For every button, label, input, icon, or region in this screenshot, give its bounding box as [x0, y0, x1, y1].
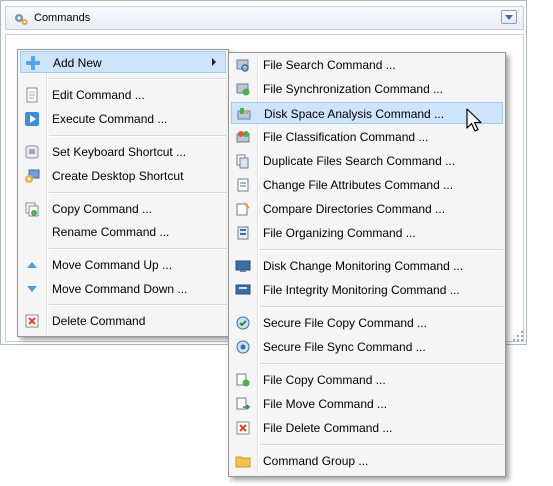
submenu-item-label: Secure File Copy Command ... [263, 316, 428, 330]
submenu-item-label: Secure File Sync Command ... [263, 340, 426, 354]
submenu-item-file-delete[interactable]: File Delete Command ... [231, 417, 503, 439]
plus-icon [26, 56, 40, 70]
integrity-monitor-icon [235, 284, 251, 295]
submenu-item-change-file-attributes[interactable]: Change File Attributes Command ... [231, 174, 503, 196]
delete-icon [25, 314, 39, 328]
menu-item-set-keyboard-shortcut[interactable]: Set Keyboard Shortcut ... [20, 141, 226, 163]
commands-panel-header: Commands [5, 6, 524, 30]
submenu-item-label: File Integrity Monitoring Command ... [263, 283, 460, 297]
menu-item-label: Edit Command ... [52, 88, 145, 102]
menu-separator [260, 363, 503, 365]
menu-item-label: Add New [53, 56, 102, 70]
menu-item-create-desktop-shortcut[interactable]: Create Desktop Shortcut [20, 165, 226, 187]
submenu-item-duplicate-files-search[interactable]: Duplicate Files Search Command ... [231, 150, 503, 172]
submenu-item-label: File Classification Command ... [263, 130, 429, 144]
submenu-item-file-copy[interactable]: File Copy Command ... [231, 369, 503, 391]
menu-item-copy-command[interactable]: Copy Command ... [20, 198, 226, 220]
file-classification-icon [236, 131, 250, 143]
file-copy-icon [236, 373, 250, 387]
menu-separator [260, 444, 503, 446]
menu-item-label: Delete Command [52, 314, 146, 328]
menu-item-move-command-down[interactable]: Move Command Down ... [20, 278, 226, 300]
submenu-item-secure-file-sync[interactable]: Secure File Sync Command ... [231, 336, 503, 358]
disk-monitor-icon [235, 260, 251, 272]
arrow-up-icon [27, 262, 37, 268]
submenu-item-label: File Synchronization Command ... [263, 82, 444, 96]
chevron-down-icon [505, 15, 513, 20]
submenu-item-label: Disk Space Analysis Command ... [264, 107, 445, 121]
submenu-item-compare-directories[interactable]: Compare Directories Command ... [231, 198, 503, 220]
disk-space-icon [237, 108, 251, 120]
file-search-icon [236, 59, 249, 72]
submenu-item-file-synchronization[interactable]: File Synchronization Command ... [231, 78, 503, 100]
menu-item-add-new[interactable]: Add New [20, 51, 226, 73]
file-sync-icon [236, 83, 250, 96]
arrow-down-icon [27, 286, 37, 292]
menu-item-rename-command[interactable]: Rename Command ... [20, 221, 226, 243]
menu-item-move-command-up[interactable]: Move Command Up ... [20, 254, 226, 276]
mouse-cursor-icon [466, 108, 482, 132]
submenu-item-file-integrity-monitoring[interactable]: File Integrity Monitoring Command ... [231, 279, 503, 301]
menu-separator [49, 192, 226, 194]
duplicate-files-icon [236, 154, 249, 169]
submenu-item-label: File Copy Command ... [263, 373, 386, 387]
submenu-item-label: Compare Directories Command ... [263, 202, 446, 216]
play-icon [25, 112, 39, 126]
copy-icon [25, 202, 39, 217]
menu-item-label: Move Command Down ... [52, 282, 188, 296]
submenu-item-label: File Organizing Command ... [263, 226, 416, 240]
context-menu: Add New Edit Command ... Execute Command… [17, 49, 229, 337]
keyboard-icon [25, 145, 39, 159]
submenu-item-file-classification[interactable]: File Classification Command ... [231, 126, 503, 148]
commands-panel-title: Commands [34, 12, 91, 24]
folder-icon [235, 456, 251, 468]
submenu-item-secure-file-copy[interactable]: Secure File Copy Command ... [231, 312, 503, 334]
compare-directories-icon [236, 202, 250, 216]
submenu-item-label: File Delete Command ... [263, 421, 393, 435]
menu-item-label: Rename Command ... [52, 225, 170, 239]
file-move-icon [236, 397, 251, 410]
menu-item-label: Set Keyboard Shortcut ... [52, 145, 187, 159]
menu-item-edit-command[interactable]: Edit Command ... [20, 84, 226, 106]
submenu-item-label: Command Group ... [263, 454, 369, 468]
submenu-item-file-search[interactable]: File Search Command ... [231, 54, 503, 76]
submenu-item-label: File Move Command ... [263, 397, 388, 411]
menu-item-label: Execute Command ... [52, 112, 168, 126]
edit-icon [26, 87, 38, 103]
file-delete-icon [236, 421, 250, 435]
submenu-item-disk-space-analysis[interactable]: Disk Space Analysis Command ... [231, 102, 503, 124]
menu-item-label: Copy Command ... [52, 202, 153, 216]
secure-copy-icon [236, 316, 250, 330]
submenu-item-file-organizing[interactable]: File Organizing Command ... [231, 222, 503, 244]
file-organizing-icon [237, 226, 249, 240]
submenu-item-label: Disk Change Monitoring Command ... [263, 259, 464, 273]
submenu-item-command-group[interactable]: Command Group ... [231, 450, 503, 472]
menu-separator [260, 306, 503, 308]
submenu-item-label: Duplicate Files Search Command ... [263, 154, 456, 168]
panel-dropdown-button[interactable] [501, 10, 517, 24]
submenu-item-disk-change-monitoring[interactable]: Disk Change Monitoring Command ... [231, 255, 503, 277]
resize-grip-icon[interactable] [512, 330, 524, 342]
desktop-shortcut-icon [25, 169, 40, 183]
menu-item-label: Move Command Up ... [52, 258, 173, 272]
menu-item-execute-command[interactable]: Execute Command ... [20, 108, 226, 130]
submenu-arrow-icon [212, 58, 216, 66]
menu-separator [49, 78, 226, 80]
menu-item-delete-command[interactable]: Delete Command [20, 310, 226, 332]
submenu-item-label: File Search Command ... [263, 58, 396, 72]
commands-gear-icon [15, 14, 28, 25]
submenu-item-label: Change File Attributes Command ... [263, 178, 454, 192]
menu-separator [49, 304, 226, 306]
menu-separator [49, 135, 226, 137]
menu-item-label: Create Desktop Shortcut [52, 169, 184, 183]
menu-separator [260, 249, 503, 251]
submenu-item-file-move[interactable]: File Move Command ... [231, 393, 503, 415]
file-attributes-icon [237, 178, 249, 192]
secure-sync-icon [236, 340, 250, 354]
menu-separator [49, 248, 226, 250]
